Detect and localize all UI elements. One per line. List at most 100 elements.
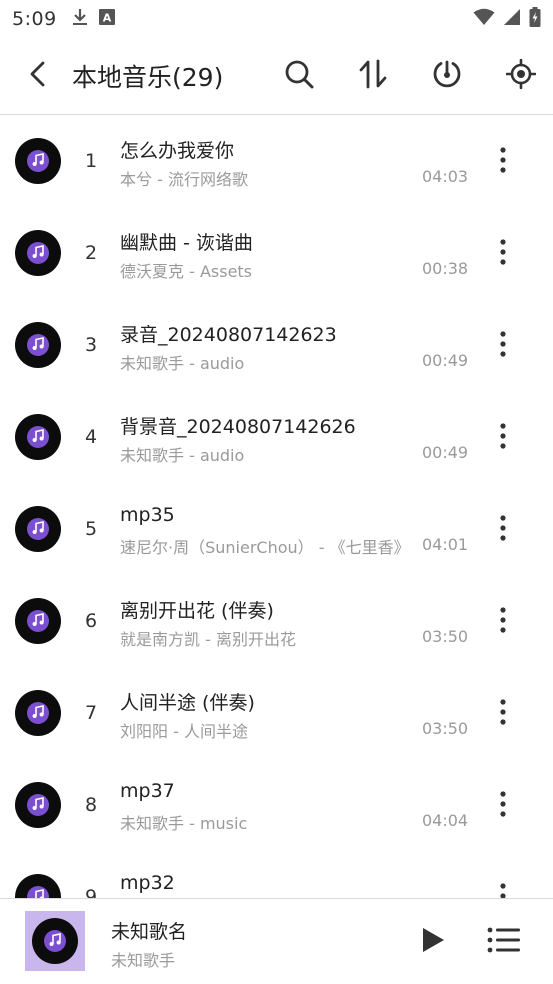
sort-button[interactable] — [353, 56, 393, 96]
queue-button[interactable] — [484, 923, 524, 961]
song-row[interactable]: 8 mp37 未知歌手 - music 04:04 — [0, 760, 553, 852]
song-index: 1 — [84, 150, 98, 172]
more-vertical-icon — [500, 331, 506, 361]
more-options-button[interactable] — [488, 328, 518, 364]
song-subtitle: 未知歌手 - music — [120, 814, 248, 833]
song-title: 幽默曲 - 诙谐曲 — [120, 232, 253, 254]
more-vertical-icon — [500, 791, 506, 821]
battery-icon — [529, 7, 541, 31]
song-title: mp32 — [120, 872, 175, 894]
song-cover — [15, 138, 61, 184]
queue-list-icon — [487, 927, 521, 957]
song-title: 背景音_20240807142626 — [120, 416, 356, 438]
song-row[interactable]: 5 mp35 速尼尔·周（SunierChou） - 《七里香》 04:01 — [0, 484, 553, 576]
song-index: 4 — [84, 426, 98, 448]
timer-icon — [432, 59, 462, 93]
song-subtitle: 未知歌手 - audio — [120, 354, 245, 373]
song-row[interactable]: 3 录音_20240807142623 未知歌手 - audio 00:49 — [0, 300, 553, 392]
song-list[interactable]: 1 怎么办我爱你 本兮 - 流行网络歌 04:03 2 幽默曲 - 诙谐曲 德沃… — [0, 116, 553, 898]
status-time: 5:09 — [12, 8, 57, 30]
song-subtitle: 速尼尔·周（SunierChou） - 《七里香》 — [120, 538, 410, 557]
song-duration: 03:50 — [422, 627, 469, 646]
music-note-icon — [31, 704, 45, 723]
signal-icon — [503, 8, 521, 30]
song-index: 7 — [84, 702, 98, 724]
sort-icon — [359, 59, 387, 93]
song-cover — [15, 230, 61, 276]
back-arrow-icon — [27, 61, 49, 91]
app-bar: 本地音乐(29) — [0, 38, 553, 115]
search-icon — [284, 59, 314, 93]
music-note-icon — [31, 796, 45, 815]
more-options-button[interactable] — [488, 604, 518, 640]
music-note-icon — [31, 336, 45, 355]
song-duration: 04:03 — [422, 167, 469, 186]
song-duration: 00:38 — [422, 259, 469, 278]
locate-button[interactable] — [501, 56, 541, 96]
more-vertical-icon — [500, 515, 506, 545]
music-note-icon — [31, 428, 45, 447]
song-subtitle: 就是南方凯 - 离别开出花 — [120, 630, 296, 649]
song-title: mp35 — [120, 504, 175, 526]
song-index: 2 — [84, 242, 98, 264]
more-options-button[interactable] — [488, 420, 518, 456]
song-cover — [15, 874, 61, 898]
more-options-button[interactable] — [488, 696, 518, 732]
song-row[interactable]: 2 幽默曲 - 诙谐曲 德沃夏克 - Assets 00:38 — [0, 208, 553, 300]
song-title: 离别开出花 (伴奏) — [120, 600, 274, 622]
song-row[interactable]: 7 人间半途 (伴奏) 刘阳阳 - 人间半途 03:50 — [0, 668, 553, 760]
song-title: mp37 — [120, 780, 175, 802]
music-note-icon — [31, 612, 45, 631]
song-cover — [15, 782, 61, 828]
song-title: 人间半途 (伴奏) — [120, 692, 255, 714]
song-row[interactable]: 4 背景音_20240807142626 未知歌手 - audio 00:49 — [0, 392, 553, 484]
music-note-icon — [31, 244, 45, 263]
music-note-icon — [48, 932, 62, 951]
download-icon — [71, 7, 89, 31]
song-subtitle: 本兮 - 流行网络歌 — [120, 170, 248, 189]
more-options-button[interactable] — [488, 512, 518, 548]
status-bar: 5:09 A — [0, 0, 553, 38]
more-vertical-icon — [500, 607, 506, 637]
song-index: 6 — [84, 610, 98, 632]
song-index: 9 — [84, 886, 98, 898]
wifi-icon — [473, 8, 495, 30]
song-row[interactable]: 1 怎么办我爱你 本兮 - 流行网络歌 04:03 — [0, 116, 553, 208]
song-row[interactable]: 9 mp32 — [0, 852, 553, 898]
svg-text:A: A — [102, 12, 111, 25]
more-options-button[interactable] — [488, 236, 518, 272]
music-note-icon — [31, 520, 45, 539]
song-duration: 00:49 — [422, 351, 469, 370]
player-title: 未知歌名 — [111, 921, 188, 943]
page-title: 本地音乐(29) — [72, 63, 224, 92]
song-cover — [15, 690, 61, 736]
song-cover — [15, 506, 61, 552]
song-index: 8 — [84, 794, 98, 816]
song-cover — [15, 414, 61, 460]
music-note-icon — [31, 888, 45, 898]
music-note-icon — [31, 152, 45, 171]
song-duration: 03:50 — [422, 719, 469, 738]
more-options-button[interactable] — [488, 880, 518, 898]
player-cover[interactable] — [25, 911, 85, 971]
play-button[interactable] — [414, 923, 452, 961]
more-options-button[interactable] — [488, 144, 518, 180]
timer-button[interactable] — [427, 56, 467, 96]
more-options-button[interactable] — [488, 788, 518, 824]
song-duration: 04:01 — [422, 535, 469, 554]
search-button[interactable] — [279, 56, 319, 96]
more-vertical-icon — [500, 423, 506, 453]
song-index: 3 — [84, 334, 98, 356]
locate-icon — [505, 58, 537, 93]
song-cover — [15, 598, 61, 644]
back-button[interactable] — [18, 56, 58, 96]
mini-player[interactable]: 未知歌名 未知歌手 — [0, 898, 553, 984]
song-title: 录音_20240807142623 — [120, 324, 337, 346]
more-vertical-icon — [500, 147, 506, 177]
song-row[interactable]: 6 离别开出花 (伴奏) 就是南方凯 - 离别开出花 03:50 — [0, 576, 553, 668]
a-badge-icon: A — [98, 9, 115, 29]
more-vertical-icon — [500, 699, 506, 729]
song-duration: 00:49 — [422, 443, 469, 462]
song-subtitle: 未知歌手 - audio — [120, 446, 245, 465]
song-subtitle: 刘阳阳 - 人间半途 — [120, 722, 248, 741]
